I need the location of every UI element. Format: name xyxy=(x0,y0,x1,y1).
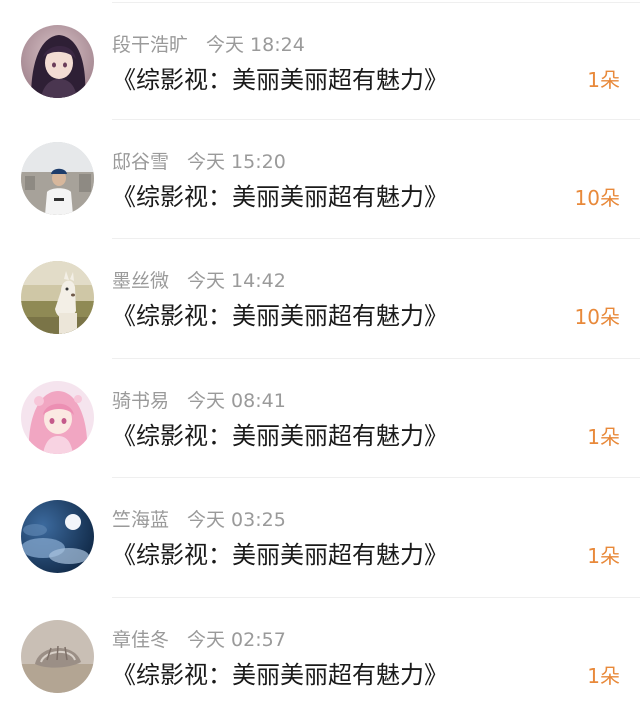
username[interactable]: 墨丝微 xyxy=(112,270,169,292)
username[interactable]: 章佳冬 xyxy=(112,629,169,651)
gift-count: 1朵 xyxy=(587,68,620,92)
item-meta: 骑书易 今天 08:41 xyxy=(112,390,286,412)
item-meta: 段干浩旷 今天 18:24 xyxy=(112,34,305,56)
book-title[interactable]: 《综影视：美丽美丽超有魅力》 xyxy=(112,540,448,570)
list-item[interactable]: 邸谷雪 今天 15:20 《综影视：美丽美丽超有魅力》 10朵 xyxy=(0,120,640,240)
gift-count: 1朵 xyxy=(587,424,620,449)
anime-girl-pink-hair-avatar-icon[interactable] xyxy=(21,380,94,454)
timestamp: 今天 15:20 xyxy=(187,150,286,173)
username[interactable]: 骑书易 xyxy=(112,390,169,412)
alpaca-avatar-icon[interactable] xyxy=(21,261,94,334)
book-title[interactable]: 《综影视：美丽美丽超有魅力》 xyxy=(112,65,448,95)
item-meta: 墨丝微 今天 14:42 xyxy=(112,270,286,292)
book-title[interactable]: 《综影视：美丽美丽超有魅力》 xyxy=(112,660,448,690)
anime-girl-dark-hair-avatar-icon[interactable] xyxy=(21,25,94,98)
book-title[interactable]: 《综影视：美丽美丽超有魅力》 xyxy=(112,301,448,331)
seashell-avatar-icon[interactable] xyxy=(21,619,94,693)
list-item[interactable]: 骑书易 今天 08:41 《综影视：美丽美丽超有魅力》 1朵 xyxy=(0,359,640,479)
timestamp: 今天 03:25 xyxy=(187,509,286,531)
list-item[interactable]: 竺海蓝 今天 03:25 《综影视：美丽美丽超有魅力》 1朵 xyxy=(0,478,640,598)
timestamp: 今天 18:24 xyxy=(206,34,305,56)
reward-list: 段干浩旷 今天 18:24 《综影视：美丽美丽超有魅力》 1朵 邸谷雪 今天 15:… xyxy=(0,0,640,723)
item-meta: 竺海蓝 今天 03:25 xyxy=(112,509,286,531)
username[interactable]: 邸谷雪 xyxy=(112,151,169,173)
gift-count: 1朵 xyxy=(587,663,620,688)
timestamp: 今天 14:42 xyxy=(187,270,286,292)
item-meta: 邸谷雪 今天 15:20 xyxy=(112,151,286,173)
list-item[interactable]: 墨丝微 今天 14:42 《综影视：美丽美丽超有魅力》 10朵 xyxy=(0,239,640,359)
timestamp: 今天 02:57 xyxy=(187,628,286,651)
list-item[interactable]: 段干浩旷 今天 18:24 《综影视：美丽美丽超有魅力》 1朵 xyxy=(0,0,640,120)
gift-count: 1朵 xyxy=(587,544,620,568)
timestamp: 今天 08:41 xyxy=(187,389,286,412)
boy-photo-avatar-icon[interactable] xyxy=(21,141,94,215)
username[interactable]: 段干浩旷 xyxy=(112,34,188,56)
item-meta: 章佳冬 今天 02:57 xyxy=(112,629,286,651)
list-item[interactable]: 章佳冬 今天 02:57 《综影视：美丽美丽超有魅力》 1朵 xyxy=(0,598,640,718)
book-title[interactable]: 《综影视：美丽美丽超有魅力》 xyxy=(112,421,448,451)
book-title[interactable]: 《综影视：美丽美丽超有魅力》 xyxy=(112,182,448,212)
username[interactable]: 竺海蓝 xyxy=(112,509,169,531)
gift-count: 10朵 xyxy=(574,185,620,210)
moon-night-sky-avatar-icon[interactable] xyxy=(21,500,94,573)
gift-count: 10朵 xyxy=(574,305,620,329)
